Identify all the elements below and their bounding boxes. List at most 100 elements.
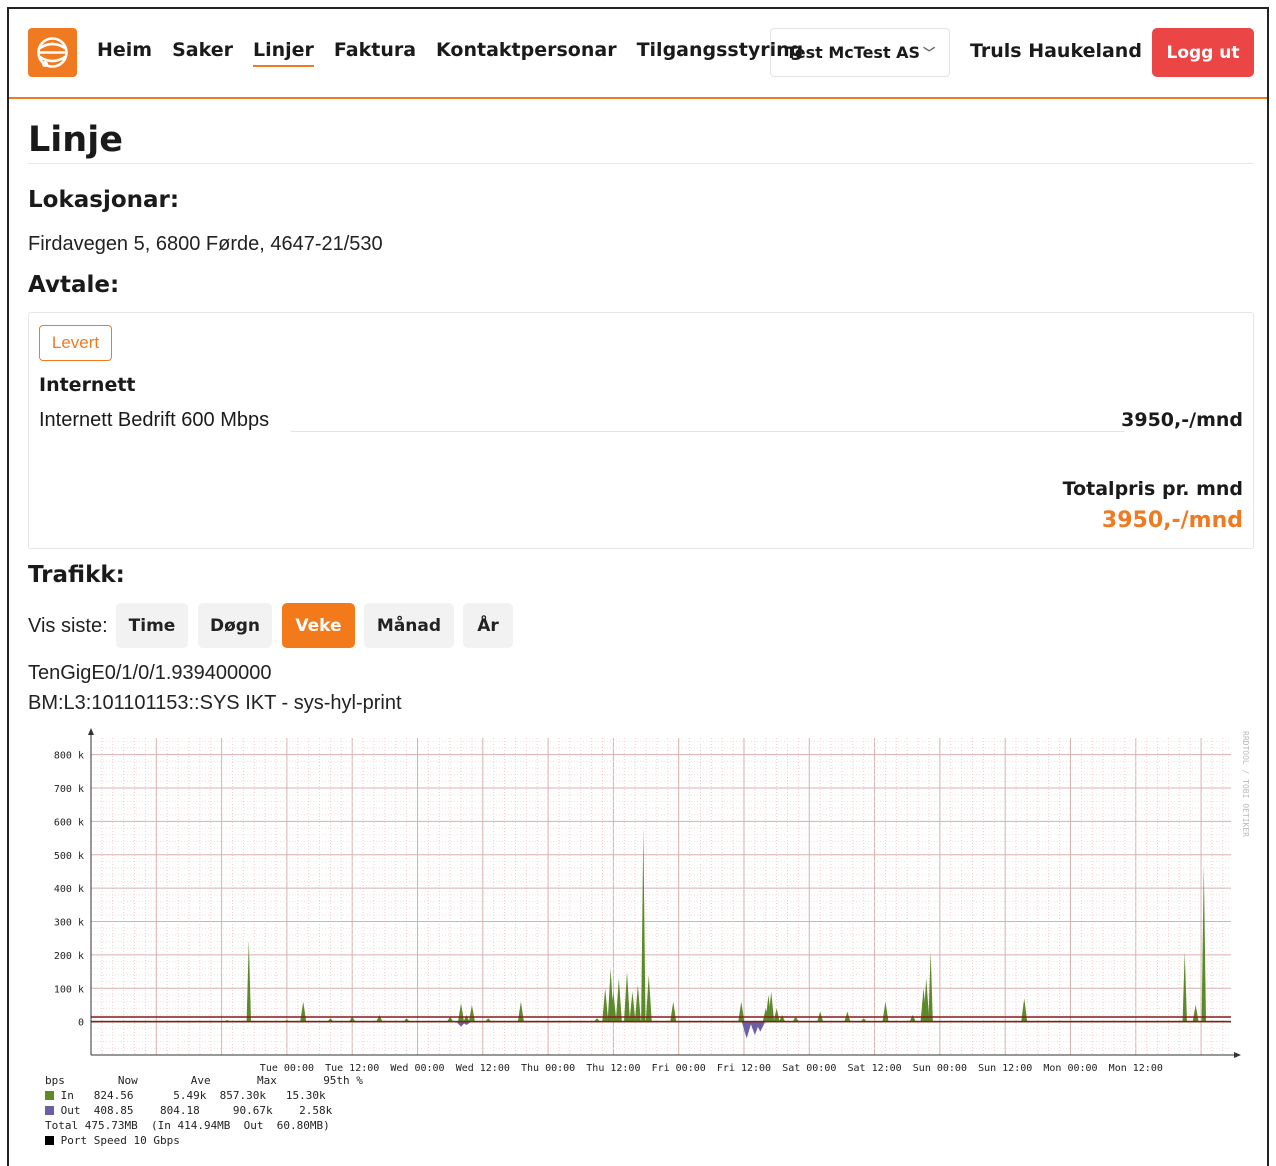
- legend-out-max: 90.67k: [232, 1104, 273, 1117]
- legend-col-now: Now: [117, 1074, 138, 1087]
- x-tick-label: Thu 12:00: [586, 1063, 640, 1074]
- legend-row-in: In 824.56 5.49k 857.30k 15.30k: [45, 1088, 363, 1103]
- y-tick-label: 700 k: [54, 784, 84, 795]
- x-tick-label: Fri 00:00: [652, 1063, 706, 1074]
- x-tick-label: Sat 00:00: [782, 1063, 836, 1074]
- chevron-down-icon: ﹀: [923, 46, 936, 60]
- x-axis-arrow-icon: [1234, 1052, 1241, 1058]
- in-traffic-peak: [909, 1014, 916, 1022]
- period-button-ar[interactable]: År: [463, 603, 513, 648]
- main-nav: Heim Saker Linjer Faktura Kontaktpersona…: [97, 39, 823, 67]
- location-address: Firdavegen 5, 6800 Førde, 4647-21/530: [28, 233, 383, 255]
- top-navbar: Heim Saker Linjer Faktura Kontaktpersona…: [9, 9, 1267, 99]
- legend-row-port: Port Speed 10 Gbps: [45, 1133, 363, 1148]
- user-name-link[interactable]: Truls Haukeland: [970, 40, 1142, 62]
- legend-out-p95: 2.58k: [299, 1104, 333, 1117]
- legend-unit: bps: [45, 1074, 65, 1087]
- price-leader-line: [291, 431, 1125, 432]
- legend-port-speed: Port Speed 10 Gbps: [60, 1134, 180, 1147]
- product-name: Internett Bedrift 600 Mbps: [39, 409, 270, 431]
- agreement-heading: Avtale:: [28, 272, 120, 298]
- legend-in-now: 824.56: [93, 1089, 134, 1102]
- in-swatch-icon: [45, 1091, 54, 1100]
- legend-col-p95: 95th %: [323, 1074, 363, 1087]
- traffic-heading: Trafikk:: [28, 562, 125, 588]
- y-tick-label: 600 k: [54, 817, 84, 828]
- legend-in-ave: 5.49k: [173, 1089, 207, 1102]
- out-swatch-icon: [45, 1106, 54, 1115]
- product-price: 3950,-/mnd: [1121, 409, 1243, 431]
- x-tick-label: Sun 00:00: [913, 1063, 967, 1074]
- y-tick-label: 800 k: [54, 751, 84, 762]
- y-tick-label: 400 k: [54, 884, 84, 895]
- legend-out-name: Out: [60, 1104, 81, 1117]
- out-traffic-dip: [741, 1021, 752, 1039]
- interface-name: TenGigE0/1/0/1.939400000: [28, 662, 272, 684]
- nav-item-faktura[interactable]: Faktura: [334, 39, 416, 67]
- in-traffic-peak: [882, 1001, 889, 1022]
- y-axis-arrow-icon: [88, 728, 94, 735]
- in-traffic-peak: [1192, 1004, 1199, 1022]
- in-traffic-peak: [670, 1001, 677, 1022]
- y-tick-label: 200 k: [54, 951, 84, 962]
- period-button-manad[interactable]: Månad: [364, 603, 454, 648]
- in-traffic-peak: [1021, 998, 1028, 1022]
- x-tick-label: Mon 12:00: [1109, 1063, 1163, 1074]
- period-button-veke[interactable]: Veke: [282, 603, 355, 648]
- x-tick-label: Wed 12:00: [456, 1063, 510, 1074]
- legend-out-now: 408.85: [93, 1104, 134, 1117]
- organization-select-value: Test McTest AS: [786, 43, 921, 62]
- rrdtool-watermark: RRDTOOL / TOBI OETIKER: [1241, 731, 1250, 837]
- nav-item-linjer[interactable]: Linjer: [253, 39, 314, 67]
- legend-total: Total 475.73MB (In 414.94MB Out 60.80MB): [45, 1119, 330, 1132]
- nav-item-kontaktpersonar[interactable]: Kontaktpersonar: [436, 39, 617, 67]
- brand-logo-icon[interactable]: [28, 28, 77, 77]
- product-group-heading: Internett: [39, 374, 136, 396]
- interface-description: BM:L3:101101153::SYS IKT - sys-hyl-print: [28, 692, 402, 714]
- in-traffic-peak: [300, 1001, 307, 1022]
- total-price-label: Totalpris pr. mnd: [1062, 478, 1243, 500]
- in-traffic-peak: [517, 1001, 524, 1022]
- in-traffic-peak: [634, 984, 641, 1022]
- port-speed-swatch-icon: [45, 1136, 54, 1145]
- nav-item-saker[interactable]: Saker: [172, 39, 233, 67]
- graph-legend: bps Now Ave Max 95th % In 824.56 5.49k 8…: [45, 1073, 363, 1148]
- in-traffic-peak: [458, 1003, 465, 1022]
- x-tick-label: Sun 12:00: [978, 1063, 1032, 1074]
- in-traffic-peak: [1182, 951, 1187, 1022]
- in-traffic-peak: [246, 939, 252, 1022]
- in-traffic-peak: [615, 978, 622, 1022]
- organization-select[interactable]: Test McTest AS ﹀: [770, 28, 950, 77]
- y-tick-label: 500 k: [54, 851, 84, 862]
- legend-in-name: In: [60, 1089, 74, 1102]
- in-traffic-peak: [623, 971, 630, 1022]
- x-tick-label: Fri 12:00: [717, 1063, 771, 1074]
- title-divider: [28, 163, 1254, 164]
- in-traffic-peak: [468, 1004, 475, 1022]
- show-last-label: Vis siste:: [28, 615, 108, 637]
- in-traffic-peak: [779, 1014, 786, 1022]
- in-traffic-peak: [738, 1001, 745, 1022]
- legend-row-out: Out 408.85 804.18 90.67k 2.58k: [45, 1103, 363, 1118]
- legend-in-max: 857.30k: [219, 1089, 266, 1102]
- y-tick-label: 300 k: [54, 918, 84, 929]
- status-badge: Levert: [39, 325, 112, 361]
- in-traffic-peak: [463, 1014, 470, 1022]
- page-title: Linje: [28, 120, 123, 160]
- legend-out-ave: 804.18: [160, 1104, 200, 1117]
- x-tick-label: Wed 00:00: [390, 1063, 444, 1074]
- period-button-time[interactable]: Time: [116, 603, 188, 648]
- period-button-dogn[interactable]: Døgn: [198, 603, 272, 648]
- in-traffic-peak: [641, 828, 646, 1022]
- legend-col-max: Max: [256, 1074, 277, 1087]
- app-frame: Heim Saker Linjer Faktura Kontaktpersona…: [7, 7, 1269, 1166]
- agreement-card: Levert Internett Internett Bedrift 600 M…: [28, 312, 1254, 549]
- legend-header: bps Now Ave Max 95th %: [45, 1073, 363, 1088]
- nav-item-heim[interactable]: Heim: [97, 39, 152, 67]
- locations-heading: Lokasjonar:: [28, 187, 180, 213]
- total-price-value: 3950,-/mnd: [1101, 508, 1243, 533]
- x-tick-label: Thu 00:00: [521, 1063, 575, 1074]
- in-traffic-peak: [928, 951, 933, 1022]
- logout-button[interactable]: Logg ut: [1152, 28, 1254, 77]
- x-tick-label: Mon 00:00: [1043, 1063, 1097, 1074]
